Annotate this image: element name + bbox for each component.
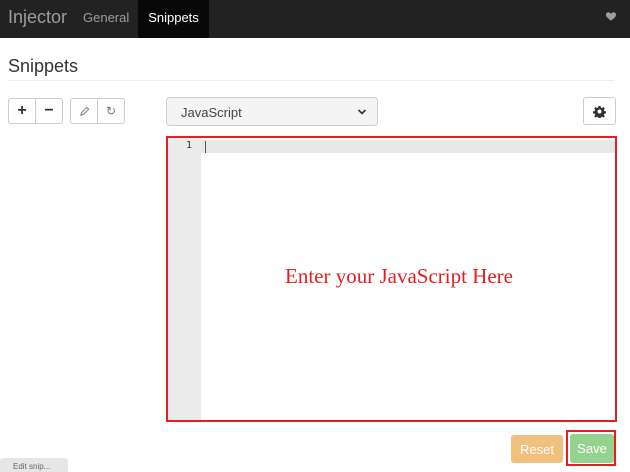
refresh-snippet-button[interactable]: ↻	[97, 98, 125, 124]
edit-snippet-button[interactable]	[70, 98, 98, 124]
text-cursor	[205, 141, 206, 153]
title-divider	[8, 80, 614, 81]
language-select[interactable]: JavaScript	[166, 97, 378, 126]
tab-snippets[interactable]: Snippets	[138, 0, 209, 38]
heart-icon[interactable]	[605, 10, 617, 22]
gear-icon	[593, 105, 606, 118]
brand-title[interactable]: Injector	[8, 7, 67, 28]
page-title: Snippets	[8, 56, 79, 76]
tab-general[interactable]: General	[83, 0, 129, 38]
add-snippet-button[interactable]: +	[8, 98, 36, 124]
remove-snippet-button[interactable]: −	[35, 98, 63, 124]
chevron-down-icon	[357, 109, 367, 115]
annotation-text: Enter your JavaScript Here	[285, 264, 513, 288]
pencil-icon	[79, 106, 89, 116]
bottom-tab[interactable]: Edit snip...	[0, 458, 68, 472]
plus-icon: +	[17, 102, 27, 119]
line-number: 1	[185, 140, 192, 151]
bottom-tab-label: Edit snip...	[13, 462, 51, 471]
active-line-highlight	[168, 140, 615, 153]
language-select-value: JavaScript	[181, 105, 242, 120]
editor-gutter	[168, 138, 201, 420]
settings-button[interactable]	[583, 97, 616, 125]
reset-button[interactable]: Reset	[511, 435, 563, 463]
minus-icon: −	[44, 102, 54, 119]
navbar: Injector General Snippets	[0, 0, 630, 38]
refresh-icon: ↻	[105, 104, 117, 118]
save-button[interactable]: Save	[570, 434, 614, 463]
